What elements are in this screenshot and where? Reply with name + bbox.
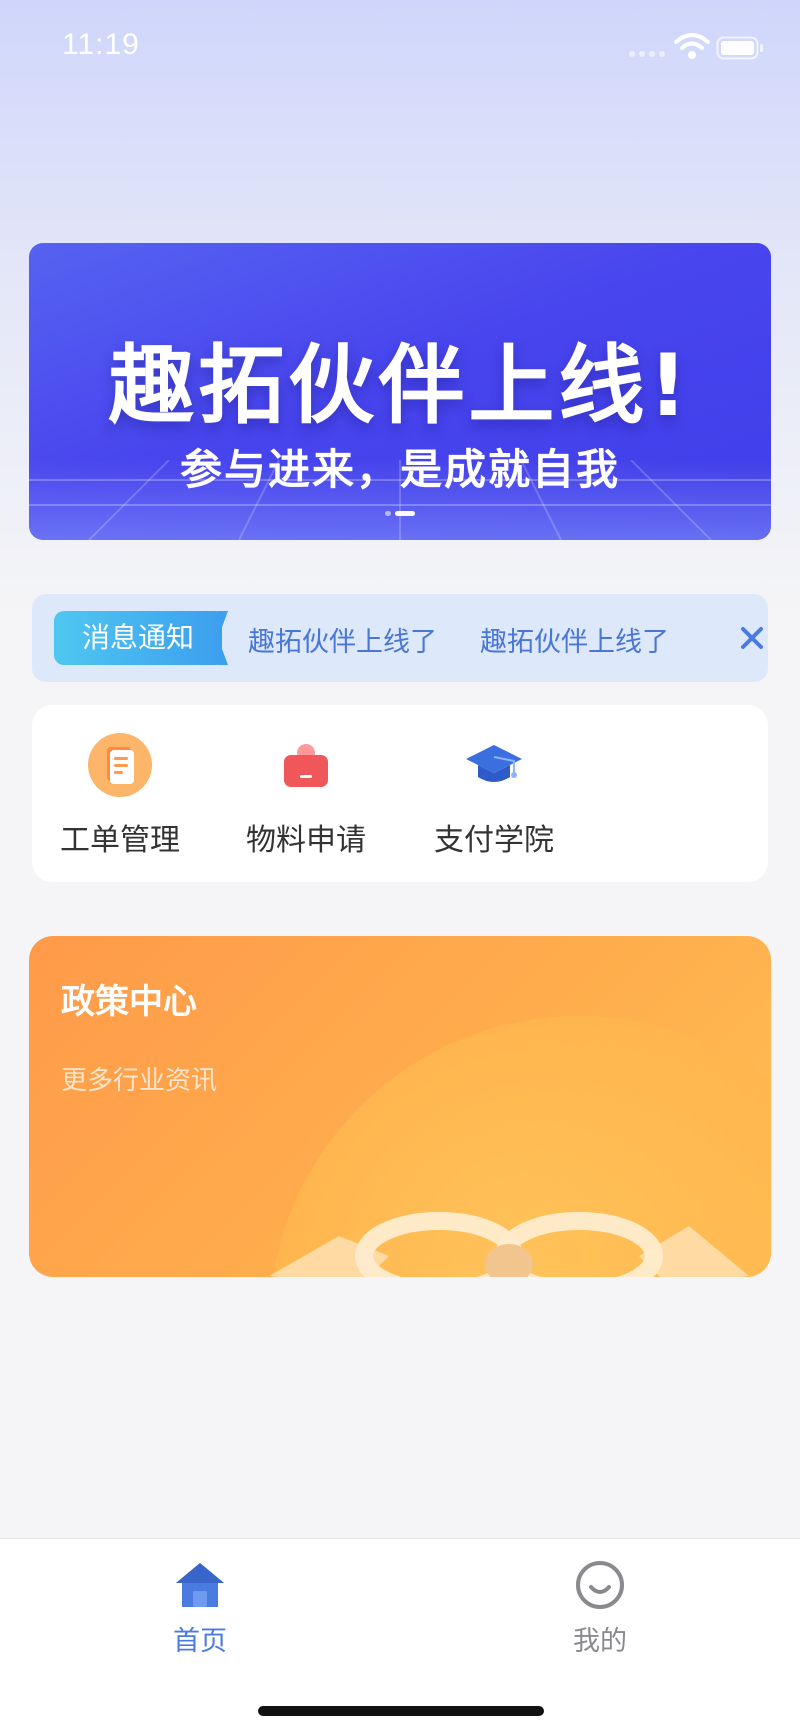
notice-tag: 消息通知 <box>54 611 222 665</box>
home-indicator[interactable] <box>258 1706 544 1716</box>
tab-home[interactable]: 首页 <box>120 1559 280 1669</box>
notice-tag-tail <box>218 611 228 665</box>
notice-message[interactable]: 趣拓伙伴上线了 <box>480 620 669 659</box>
pagination-dot[interactable] <box>385 511 391 516</box>
wifi-icon <box>674 33 710 59</box>
status-time: 11:19 <box>62 28 140 61</box>
material-bag-icon <box>284 744 328 787</box>
menu-item-work-order[interactable]: 工单管理 <box>40 733 200 858</box>
cellular-signal-icon <box>629 51 665 57</box>
pagination-dot-active[interactable] <box>395 511 415 516</box>
menu-label: 支付学院 <box>434 823 554 858</box>
policy-subtitle[interactable]: 更多行业资讯 <box>61 1060 217 1097</box>
work-order-icon <box>88 733 152 797</box>
notice-bar[interactable]: 消息通知 趣拓伙伴上线了 趣拓伙伴上线了 <box>32 594 768 682</box>
battery-icon <box>716 36 763 60</box>
tab-label: 我的 <box>573 1626 627 1657</box>
smile-face-icon <box>576 1561 624 1609</box>
status-bar: 11:19 <box>0 0 800 100</box>
policy-center-card[interactable]: 政策中心 更多行业资讯 <box>29 936 771 1277</box>
ribbon-bow-icon <box>269 1212 749 1277</box>
promo-banner[interactable]: 趣拓伙伴上线! 参与进来，是成就自我 <box>29 243 771 540</box>
home-icon <box>176 1563 224 1607</box>
graduation-cap-icon <box>466 745 522 782</box>
menu-item-material-request[interactable]: 物料申请 <box>226 733 386 858</box>
tab-mine[interactable]: 我的 <box>520 1559 680 1669</box>
close-icon[interactable] <box>738 624 766 652</box>
notice-message[interactable]: 趣拓伙伴上线了 <box>248 620 437 659</box>
policy-title: 政策中心 <box>61 982 197 1022</box>
quick-menu: 工单管理 物料申请 支付学院 <box>32 705 768 882</box>
tab-bar: 首页 我的 <box>0 1538 800 1732</box>
menu-item-payment-academy[interactable]: 支付学院 <box>414 733 574 858</box>
menu-label: 物料申请 <box>246 823 366 858</box>
tab-label: 首页 <box>173 1626 227 1657</box>
banner-title: 趣拓伙伴上线! <box>108 336 692 436</box>
banner-subtitle: 参与进来，是成就自我 <box>179 445 620 494</box>
menu-label: 工单管理 <box>60 823 180 858</box>
